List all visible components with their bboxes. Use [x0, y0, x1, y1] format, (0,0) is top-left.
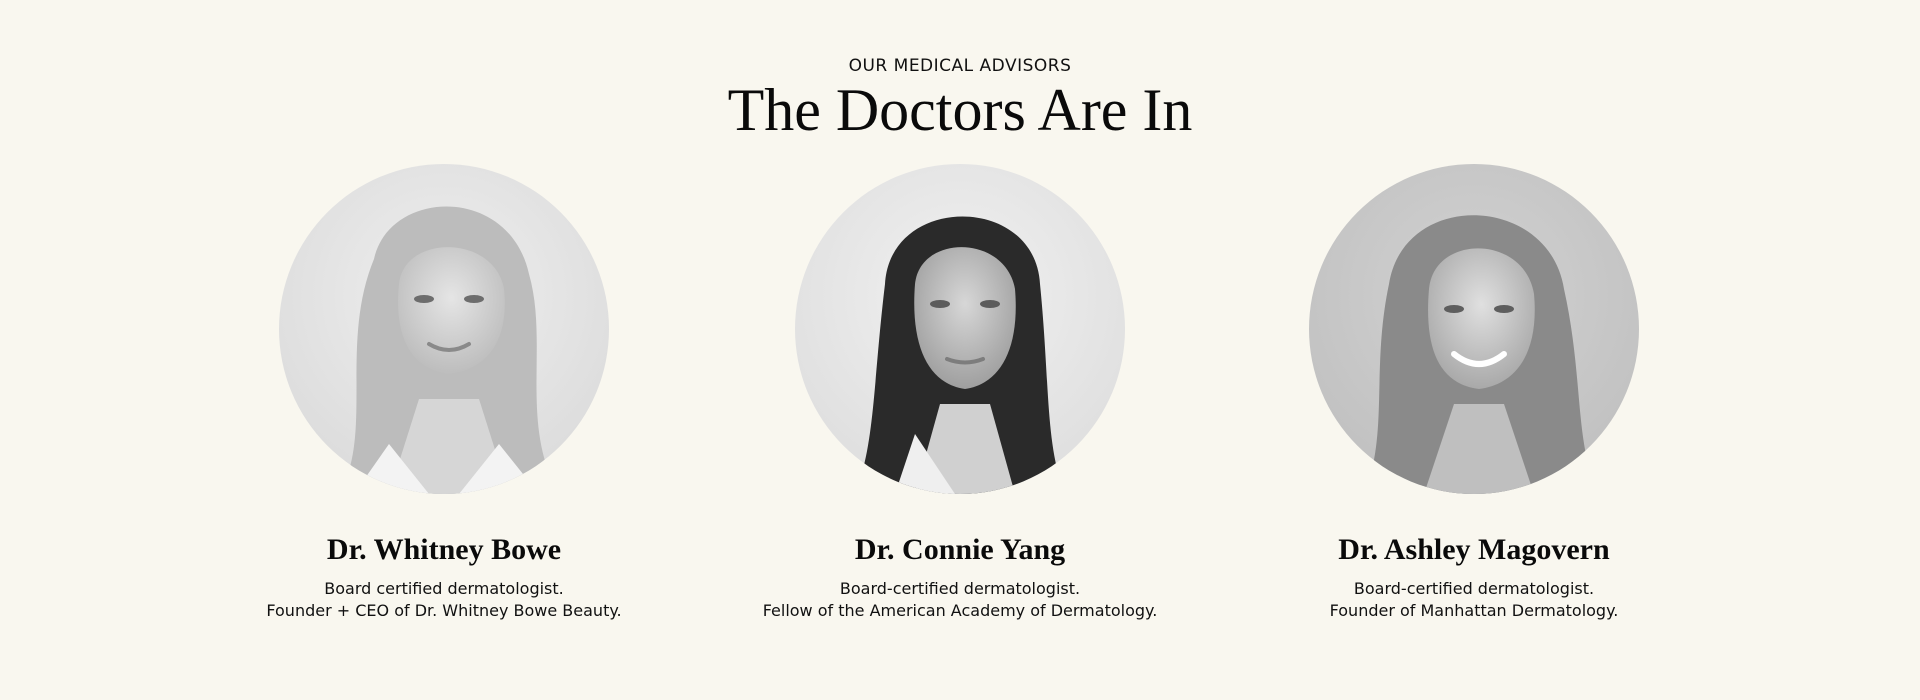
doctor-affiliation: Founder + CEO of Dr. Whitney Bowe Beauty…	[266, 601, 622, 620]
doctor-portrait	[279, 164, 609, 494]
portrait-image	[279, 164, 609, 494]
doctor-description: Board-certified dermatologist. Fellow of…	[700, 578, 1220, 622]
doctor-name: Dr. Whitney Bowe	[326, 533, 562, 566]
doctor-description: Board-certified dermatologist. Founder o…	[1214, 578, 1734, 622]
doctor-affiliation: Founder of Manhattan Dermatology.	[1329, 601, 1619, 620]
doctor-credential: Board-certified dermatologist.	[1353, 579, 1595, 598]
doctor-credential: Board-certified dermatologist.	[839, 579, 1081, 598]
portrait-image	[795, 164, 1125, 494]
doctor-name: Dr. Connie Yang	[854, 533, 1066, 566]
doctor-card: Dr. Whitney Bowe Board certified dermato…	[184, 164, 704, 622]
doctor-card: Dr. Ashley Magovern Board-certified derm…	[1214, 164, 1734, 622]
medical-advisors-section: OUR MEDICAL ADVISORS The Doctors Are In	[0, 0, 1920, 700]
section-title: The Doctors Are In	[727, 77, 1193, 143]
portrait-image	[1309, 164, 1639, 494]
section-eyebrow: OUR MEDICAL ADVISORS	[848, 56, 1072, 76]
doctor-portrait	[1309, 164, 1639, 494]
doctor-affiliation: Fellow of the American Academy of Dermat…	[762, 601, 1158, 620]
doctor-portrait	[795, 164, 1125, 494]
doctor-name: Dr. Ashley Magovern	[1338, 533, 1610, 566]
doctor-description: Board certified dermatologist. Founder +…	[184, 578, 704, 622]
doctor-credential: Board certified dermatologist.	[324, 579, 564, 598]
doctor-cards: Dr. Whitney Bowe Board certified dermato…	[0, 164, 1920, 644]
doctor-card: Dr. Connie Yang Board-certified dermatol…	[700, 164, 1220, 622]
